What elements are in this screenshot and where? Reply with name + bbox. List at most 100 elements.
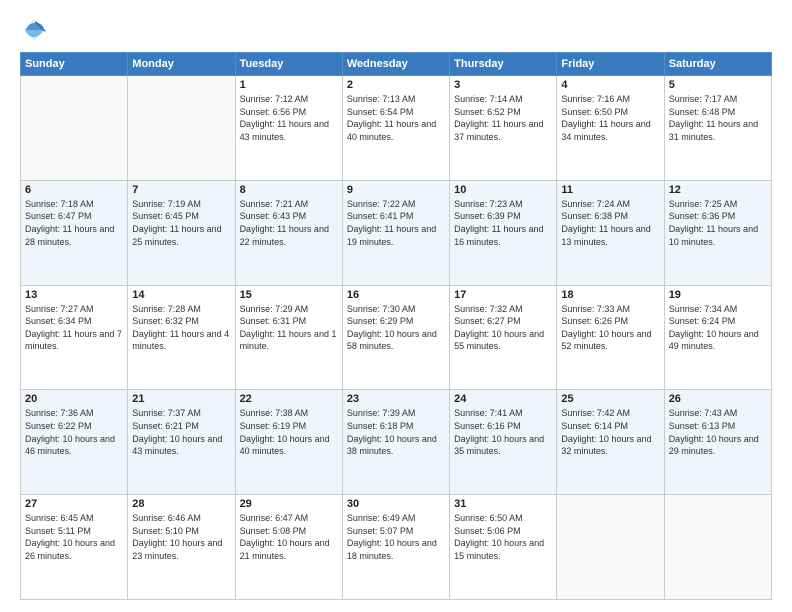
page: SundayMondayTuesdayWednesdayThursdayFrid… bbox=[0, 0, 792, 612]
calendar-cell: 21Sunrise: 7:37 AMSunset: 6:21 PMDayligh… bbox=[128, 390, 235, 495]
header bbox=[20, 16, 772, 44]
day-info: Sunrise: 7:37 AMSunset: 6:21 PMDaylight:… bbox=[132, 407, 230, 457]
day-info: Sunrise: 7:14 AMSunset: 6:52 PMDaylight:… bbox=[454, 93, 552, 143]
day-info: Sunrise: 7:24 AMSunset: 6:38 PMDaylight:… bbox=[561, 198, 659, 248]
day-info: Sunrise: 7:17 AMSunset: 6:48 PMDaylight:… bbox=[669, 93, 767, 143]
day-info: Sunrise: 7:18 AMSunset: 6:47 PMDaylight:… bbox=[25, 198, 123, 248]
calendar-header-sunday: Sunday bbox=[21, 53, 128, 76]
day-info: Sunrise: 7:38 AMSunset: 6:19 PMDaylight:… bbox=[240, 407, 338, 457]
logo bbox=[20, 16, 52, 44]
day-number: 11 bbox=[561, 184, 659, 196]
day-number: 22 bbox=[240, 393, 338, 405]
calendar-cell: 17 Sunrise: 7:32 AMSunset: 6:27 PMDayligh… bbox=[450, 285, 557, 390]
day-info: Sunrise: 6:46 AMSunset: 5:10 PMDaylight:… bbox=[132, 512, 230, 562]
day-info: Sunrise: 7:32 AMSunset: 6:27 PMDaylight:… bbox=[454, 303, 552, 353]
day-number: 29 bbox=[240, 498, 338, 510]
day-number: 13 bbox=[25, 289, 123, 301]
calendar-cell: 16 Sunrise: 7:30 AMSunset: 6:29 PMDayligh… bbox=[342, 285, 449, 390]
calendar-cell bbox=[21, 76, 128, 181]
calendar-cell: 15 Sunrise: 7:29 AMSunset: 6:31 PMDayligh… bbox=[235, 285, 342, 390]
calendar-cell: 9 Sunrise: 7:22 AMSunset: 6:41 PMDaylight… bbox=[342, 180, 449, 285]
calendar-cell: 2 Sunrise: 7:13 AMSunset: 6:54 PMDaylight… bbox=[342, 76, 449, 181]
calendar-cell: 14 Sunrise: 7:28 AMSunset: 6:32 PMDayligh… bbox=[128, 285, 235, 390]
day-number: 9 bbox=[347, 184, 445, 196]
calendar-cell: 23Sunrise: 7:39 AMSunset: 6:18 PMDayligh… bbox=[342, 390, 449, 495]
day-number: 16 bbox=[347, 289, 445, 301]
day-number: 2 bbox=[347, 79, 445, 91]
calendar-cell: 24 Sunrise: 7:41 AMSunset: 6:16 PMDayligh… bbox=[450, 390, 557, 495]
calendar-header-tuesday: Tuesday bbox=[235, 53, 342, 76]
calendar-header-row: SundayMondayTuesdayWednesdayThursdayFrid… bbox=[21, 53, 772, 76]
calendar-cell bbox=[664, 495, 771, 600]
day-info: Sunrise: 7:29 AMSunset: 6:31 PMDaylight:… bbox=[240, 303, 338, 353]
calendar-cell: 10 Sunrise: 7:23 AMSunset: 6:39 PMDayligh… bbox=[450, 180, 557, 285]
day-info: Sunrise: 7:12 AMSunset: 6:56 PMDaylight:… bbox=[240, 93, 338, 143]
day-info: Sunrise: 7:21 AMSunset: 6:43 PMDaylight:… bbox=[240, 198, 338, 248]
day-number: 25 bbox=[561, 393, 659, 405]
calendar-cell: 29 Sunrise: 6:47 AMSunset: 5:08 PMDayligh… bbox=[235, 495, 342, 600]
calendar-week-0: 1 Sunrise: 7:12 AMSunset: 6:56 PMDaylight… bbox=[21, 76, 772, 181]
calendar-cell: 22 Sunrise: 7:38 AMSunset: 6:19 PMDayligh… bbox=[235, 390, 342, 495]
day-number: 31 bbox=[454, 498, 552, 510]
day-number: 27 bbox=[25, 498, 123, 510]
day-info: Sunrise: 7:19 AMSunset: 6:45 PMDaylight:… bbox=[132, 198, 230, 248]
calendar-week-4: 27 Sunrise: 6:45 AMSunset: 5:11 PMDayligh… bbox=[21, 495, 772, 600]
day-info: Sunrise: 7:13 AMSunset: 6:54 PMDaylight:… bbox=[347, 93, 445, 143]
day-number: 24 bbox=[454, 393, 552, 405]
calendar-cell: 1 Sunrise: 7:12 AMSunset: 6:56 PMDaylight… bbox=[235, 76, 342, 181]
logo-icon bbox=[20, 16, 48, 44]
calendar-table: SundayMondayTuesdayWednesdayThursdayFrid… bbox=[20, 52, 772, 600]
calendar-cell bbox=[557, 495, 664, 600]
calendar-week-2: 13 Sunrise: 7:27 AMSunset: 6:34 PMDayligh… bbox=[21, 285, 772, 390]
day-info: Sunrise: 7:25 AMSunset: 6:36 PMDaylight:… bbox=[669, 198, 767, 248]
day-number: 30 bbox=[347, 498, 445, 510]
calendar-week-1: 6 Sunrise: 7:18 AMSunset: 6:47 PMDaylight… bbox=[21, 180, 772, 285]
day-info: Sunrise: 6:47 AMSunset: 5:08 PMDaylight:… bbox=[240, 512, 338, 562]
day-info: Sunrise: 6:50 AMSunset: 5:06 PMDaylight:… bbox=[454, 512, 552, 562]
calendar-header-saturday: Saturday bbox=[664, 53, 771, 76]
calendar-cell: 13 Sunrise: 7:27 AMSunset: 6:34 PMDayligh… bbox=[21, 285, 128, 390]
day-number: 19 bbox=[669, 289, 767, 301]
calendar-cell bbox=[128, 76, 235, 181]
day-number: 8 bbox=[240, 184, 338, 196]
day-info: Sunrise: 7:27 AMSunset: 6:34 PMDaylight:… bbox=[25, 303, 123, 353]
calendar-cell: 19Sunrise: 7:34 AMSunset: 6:24 PMDayligh… bbox=[664, 285, 771, 390]
day-info: Sunrise: 7:28 AMSunset: 6:32 PMDaylight:… bbox=[132, 303, 230, 353]
calendar-cell: 3 Sunrise: 7:14 AMSunset: 6:52 PMDaylight… bbox=[450, 76, 557, 181]
calendar-week-3: 20Sunrise: 7:36 AMSunset: 6:22 PMDayligh… bbox=[21, 390, 772, 495]
day-info: Sunrise: 7:39 AMSunset: 6:18 PMDaylight:… bbox=[347, 407, 445, 457]
calendar-cell: 12 Sunrise: 7:25 AMSunset: 6:36 PMDayligh… bbox=[664, 180, 771, 285]
day-number: 6 bbox=[25, 184, 123, 196]
day-number: 14 bbox=[132, 289, 230, 301]
calendar-cell: 4 Sunrise: 7:16 AMSunset: 6:50 PMDaylight… bbox=[557, 76, 664, 181]
calendar-cell: 5 Sunrise: 7:17 AMSunset: 6:48 PMDaylight… bbox=[664, 76, 771, 181]
calendar-cell: 26Sunrise: 7:43 AMSunset: 6:13 PMDayligh… bbox=[664, 390, 771, 495]
calendar-cell: 7Sunrise: 7:19 AMSunset: 6:45 PMDaylight… bbox=[128, 180, 235, 285]
calendar-cell: 27 Sunrise: 6:45 AMSunset: 5:11 PMDayligh… bbox=[21, 495, 128, 600]
day-number: 15 bbox=[240, 289, 338, 301]
calendar-cell: 28 Sunrise: 6:46 AMSunset: 5:10 PMDayligh… bbox=[128, 495, 235, 600]
calendar-header-thursday: Thursday bbox=[450, 53, 557, 76]
day-number: 28 bbox=[132, 498, 230, 510]
day-info: Sunrise: 7:41 AMSunset: 6:16 PMDaylight:… bbox=[454, 407, 552, 457]
day-info: Sunrise: 6:45 AMSunset: 5:11 PMDaylight:… bbox=[25, 512, 123, 562]
day-number: 20 bbox=[25, 393, 123, 405]
day-info: Sunrise: 7:30 AMSunset: 6:29 PMDaylight:… bbox=[347, 303, 445, 353]
calendar-cell: 8 Sunrise: 7:21 AMSunset: 6:43 PMDaylight… bbox=[235, 180, 342, 285]
calendar-cell: 31 Sunrise: 6:50 AMSunset: 5:06 PMDayligh… bbox=[450, 495, 557, 600]
calendar-cell: 18Sunrise: 7:33 AMSunset: 6:26 PMDayligh… bbox=[557, 285, 664, 390]
calendar-header-wednesday: Wednesday bbox=[342, 53, 449, 76]
day-info: Sunrise: 7:43 AMSunset: 6:13 PMDaylight:… bbox=[669, 407, 767, 457]
day-number: 4 bbox=[561, 79, 659, 91]
day-number: 3 bbox=[454, 79, 552, 91]
calendar-cell: 30Sunrise: 6:49 AMSunset: 5:07 PMDayligh… bbox=[342, 495, 449, 600]
day-number: 5 bbox=[669, 79, 767, 91]
day-info: Sunrise: 7:16 AMSunset: 6:50 PMDaylight:… bbox=[561, 93, 659, 143]
calendar-header-friday: Friday bbox=[557, 53, 664, 76]
day-info: Sunrise: 7:23 AMSunset: 6:39 PMDaylight:… bbox=[454, 198, 552, 248]
day-number: 1 bbox=[240, 79, 338, 91]
day-number: 12 bbox=[669, 184, 767, 196]
day-number: 17 bbox=[454, 289, 552, 301]
day-info: Sunrise: 7:22 AMSunset: 6:41 PMDaylight:… bbox=[347, 198, 445, 248]
day-number: 10 bbox=[454, 184, 552, 196]
